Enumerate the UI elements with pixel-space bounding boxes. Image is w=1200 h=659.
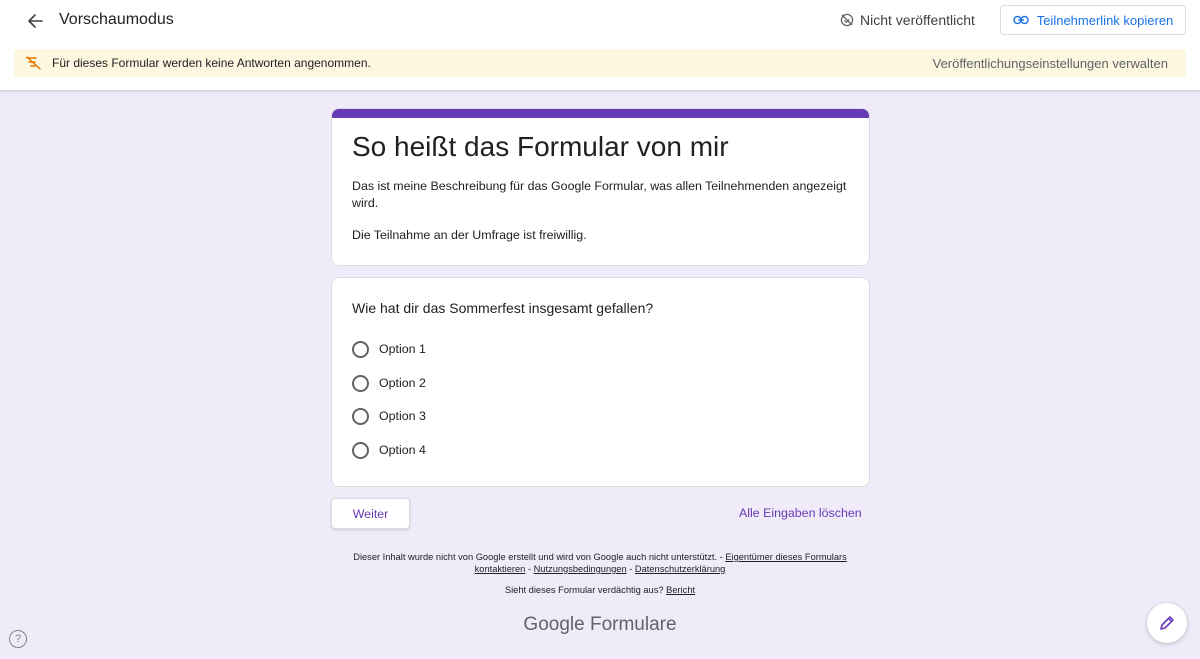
banner-text: Für dieses Formular werden keine Antwort… <box>52 56 371 70</box>
link-icon <box>1013 15 1029 25</box>
brand-google: Google <box>523 614 585 635</box>
footer-report: Sieht dieses Formular verdächtig aus? Be… <box>400 585 800 595</box>
radio-button[interactable] <box>352 374 369 392</box>
report-link[interactable]: Bericht <box>666 585 695 595</box>
publish-status: Nicht veröffentlicht <box>840 12 975 28</box>
question-card: Wie hat dir das Sommerfest insgesamt gef… <box>331 277 870 487</box>
arrow-back-icon <box>28 14 43 28</box>
radio-option-1[interactable]: Option 1 <box>352 338 426 360</box>
form-note: Die Teilnahme an der Umfrage ist freiwil… <box>352 228 587 242</box>
top-bar: Vorschaumodus Nicht veröffentlicht Teiln… <box>0 0 1200 90</box>
option-label: Option 4 <box>379 443 426 457</box>
separator: - <box>525 564 534 574</box>
brand-product: Formulare <box>584 614 677 635</box>
radio-button[interactable] <box>352 441 369 459</box>
next-button[interactable]: Weiter <box>331 498 410 529</box>
radio-option-3[interactable]: Option 3 <box>352 405 426 427</box>
privacy-link[interactable]: Datenschutzerklärung <box>635 564 725 574</box>
back-button[interactable] <box>22 8 48 34</box>
manage-publish-settings-link[interactable]: Veröffentlichungseinstellungen verwalten <box>933 56 1168 71</box>
radio-option-2[interactable]: Option 2 <box>352 372 426 394</box>
accent-bar <box>332 109 869 118</box>
copy-participant-link-button[interactable]: Teilnehmerlink kopieren <box>1000 5 1186 35</box>
help-icon: ? <box>14 633 22 645</box>
question-title: Wie hat dir das Sommerfest insgesamt gef… <box>352 300 654 316</box>
publish-status-label: Nicht veröffentlicht <box>860 12 975 28</box>
form-title: So heißt das Formular von mir <box>352 131 729 162</box>
google-forms-logo[interactable]: Google Formulare <box>500 614 700 636</box>
option-label: Option 3 <box>379 409 426 423</box>
clear-form-button[interactable]: Alle Eingaben löschen <box>739 506 862 520</box>
radio-button[interactable] <box>352 407 369 425</box>
form-header-card: So heißt das Formular von mir Das ist me… <box>331 108 870 266</box>
radio-button[interactable] <box>352 340 369 358</box>
unpublished-icon <box>840 13 854 27</box>
pencil-icon <box>1160 616 1174 630</box>
terms-link[interactable]: Nutzungsbedingungen <box>534 564 627 574</box>
option-label: Option 2 <box>379 376 426 390</box>
suspicious-text: Sieht dieses Formular verdächtig aus? <box>504 585 667 595</box>
info-banner: Für dieses Formular werden keine Antwort… <box>14 49 1186 77</box>
help-button[interactable]: ? <box>9 630 27 648</box>
radio-option-4[interactable]: Option 4 <box>352 439 426 461</box>
option-label: Option 1 <box>379 342 426 356</box>
form-description: Das ist meine Beschreibung für das Googl… <box>352 179 847 210</box>
footer-disclaimer: Dieser Inhalt wurde nicht von Google ers… <box>340 551 860 575</box>
disclaimer-text: Dieser Inhalt wurde nicht von Google ers… <box>353 552 726 562</box>
edit-form-button[interactable] <box>1147 603 1187 643</box>
separator: - <box>626 564 635 574</box>
copy-participant-link-label: Teilnehmerlink kopieren <box>1036 12 1174 28</box>
page-title: Vorschaumodus <box>59 11 174 28</box>
no-responses-icon <box>25 54 43 72</box>
